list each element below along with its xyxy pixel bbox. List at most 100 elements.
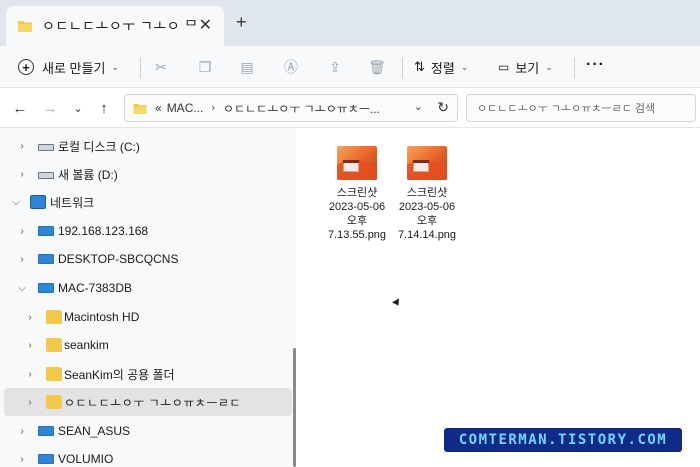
toolbar-divider bbox=[140, 58, 141, 78]
expand-chevron-icon[interactable]: › bbox=[16, 254, 28, 265]
sidebar-item-label: 새 볼륨 (D:) bbox=[58, 167, 118, 182]
breadcrumb-current[interactable]: ㅇㄷㄴㄷㅗㅇㅜ ㄱㅗㅇㅠㅊㅡ... bbox=[223, 100, 380, 117]
rename-icon[interactable]: Ⓐ bbox=[282, 58, 300, 76]
address-bar[interactable]: « MAC... › ㅇㄷㄴㄷㅗㅇㅜ ㄱㅗㅇㅠㅊㅡ... ⌄ ↻ bbox=[124, 94, 458, 122]
close-icon[interactable]: ✕ bbox=[199, 16, 212, 36]
chevron-down-icon: ⌄ bbox=[545, 61, 553, 72]
cut-icon[interactable]: ✂ bbox=[152, 58, 170, 76]
recent-chevron-icon[interactable]: ⌄ bbox=[68, 98, 88, 118]
new-tab-button[interactable]: + bbox=[236, 12, 247, 32]
new-button-label: 새로 만들기 bbox=[42, 60, 106, 76]
navigation-pane: › 로컬 디스크 (C:) › 새 볼륨 (D:) ⌵ 네트워크 › 192.1… bbox=[0, 128, 296, 467]
sidebar-item-label: DESKTOP-SBCQCNS bbox=[58, 252, 179, 266]
computer-icon bbox=[38, 226, 54, 236]
sidebar-scrollbar-thumb[interactable] bbox=[293, 348, 296, 467]
sidebar-item-network[interactable]: ⌵ 네트워크 bbox=[0, 188, 292, 216]
breadcrumb-chevron-icon[interactable]: › bbox=[211, 102, 215, 114]
expand-chevron-icon[interactable]: › bbox=[16, 226, 28, 237]
file-name: 스크린샷 2023-05-06 오후 7.13.55.png bbox=[327, 187, 387, 241]
sidebar-item-label: ㅇㄷㄴㄷㅗㅇㅜ ㄱㅗㅇㅠㅊㅡㄹㄷ bbox=[64, 395, 241, 410]
collapse-chevron-icon[interactable]: ⌵ bbox=[10, 197, 22, 208]
toolbar-divider bbox=[402, 58, 403, 78]
search-input[interactable]: ㅇㄷㄴㄷㅗㅇㅜ ㄱㅗㅇㅠㅊㅡㄹㄷ 검색 bbox=[466, 94, 696, 122]
watermark: COMTERMAN.TISTORY.COM bbox=[444, 428, 682, 452]
file-name: 스크린샷 2023-05-06 오후 7.14.14.png bbox=[397, 187, 457, 241]
more-options-button[interactable]: ··· bbox=[586, 56, 605, 74]
file-list: 스크린샷 2023-05-06 오후 7.13.55.png 스크린샷 2023… bbox=[310, 128, 700, 467]
breadcrumb-mac[interactable]: MAC... bbox=[167, 101, 204, 115]
expand-chevron-icon[interactable]: › bbox=[24, 369, 36, 380]
chevron-down-icon: ⌄ bbox=[111, 61, 119, 72]
expand-chevron-icon[interactable]: › bbox=[24, 340, 36, 351]
up-arrow-icon[interactable]: ↑ bbox=[94, 98, 114, 118]
drive-icon bbox=[38, 172, 54, 179]
sidebar-item-label: SEAN_ASUS bbox=[58, 424, 131, 438]
folder-icon bbox=[46, 310, 62, 324]
view-label: 보기 bbox=[515, 60, 540, 76]
expand-chevron-icon[interactable]: › bbox=[16, 426, 28, 437]
sidebar-item-desktop[interactable]: › DESKTOP-SBCQCNS bbox=[0, 245, 292, 273]
expand-chevron-icon[interactable]: › bbox=[24, 397, 36, 408]
sort-label: 정렬 bbox=[430, 60, 455, 76]
expand-chevron-icon[interactable]: › bbox=[16, 454, 28, 465]
forward-arrow-icon[interactable]: → bbox=[40, 98, 60, 118]
back-arrow-icon[interactable]: ← bbox=[10, 98, 30, 118]
expand-chevron-icon[interactable]: › bbox=[16, 169, 28, 180]
watermark-text: COMTERMAN.TISTORY.COM bbox=[458, 432, 668, 448]
computer-icon bbox=[38, 254, 54, 264]
file-item[interactable]: 스크린샷 2023-05-06 오후 7.13.55.png bbox=[322, 146, 392, 242]
image-thumbnail bbox=[407, 146, 447, 180]
computer-icon bbox=[38, 454, 54, 464]
sidebar-item-local-disk-c[interactable]: › 로컬 디스크 (C:) bbox=[0, 132, 292, 160]
plus-circle-icon: + bbox=[18, 59, 34, 75]
collapse-chevron-icon[interactable]: ⌵ bbox=[16, 283, 28, 294]
tab-current-folder[interactable]: ㅇㄷㄴㄷㅗㅇㅜ ㄱㅗㅇ ᄆ ✕ bbox=[6, 6, 224, 46]
sidebar-item-ip-host[interactable]: › 192.168.123.168 bbox=[0, 217, 292, 245]
chevron-down-icon: ⌄ bbox=[460, 61, 469, 72]
sidebar-item-public-folder[interactable]: › SeanKim의 공용 폴더 bbox=[0, 360, 292, 388]
title-bar: ㅇㄷㄴㄷㅗㅇㅜ ㄱㅗㅇ ᄆ ✕ + bbox=[0, 0, 700, 46]
folder-icon bbox=[46, 367, 62, 381]
computer-icon bbox=[38, 283, 54, 293]
sidebar-item-label: 192.168.123.168 bbox=[58, 224, 149, 238]
sidebar-item-current-folder[interactable]: › ㅇㄷㄴㄷㅗㅇㅜ ㄱㅗㅇㅠㅊㅡㄹㄷ bbox=[4, 388, 292, 416]
breadcrumb-overflow[interactable]: « bbox=[155, 101, 162, 115]
sidebar-item-volume-d[interactable]: › 새 볼륨 (D:) bbox=[0, 160, 292, 188]
delete-icon[interactable]: 🗑 bbox=[368, 58, 386, 76]
refresh-icon[interactable]: ↻ bbox=[437, 99, 449, 116]
tab-title: ㅇㄷㄴㄷㅗㅇㅜ ㄱㅗㅇ ᄆ bbox=[42, 18, 198, 34]
toolbar-divider bbox=[574, 58, 575, 78]
view-button[interactable]: ▭ 보기 ⌄ bbox=[498, 56, 553, 78]
sidebar-item-macintosh-hd[interactable]: › Macintosh HD bbox=[0, 303, 292, 331]
search-placeholder: ㅇㄷㄴㄷㅗㅇㅜ ㄱㅗㅇㅠㅊㅡㄹㄷ 검색 bbox=[477, 103, 656, 115]
paste-icon[interactable]: ▤ bbox=[238, 58, 256, 76]
sidebar-item-mac[interactable]: ⌵ MAC-7383DB bbox=[0, 274, 292, 302]
sidebar-item-sean-asus[interactable]: › SEAN_ASUS bbox=[0, 417, 292, 445]
drive-icon bbox=[38, 144, 54, 151]
sidebar-item-volumio[interactable]: › VOLUMIO bbox=[0, 445, 292, 467]
command-bar: + 새로 만들기 ⌄ ✂ ❐ ▤ Ⓐ ⇪ 🗑 ⇅ 정렬 ⌄ ▭ 보기 ⌄ ··· bbox=[0, 46, 700, 88]
sidebar-item-label: VOLUMIO bbox=[58, 452, 114, 466]
network-icon bbox=[30, 195, 46, 209]
file-item[interactable]: 스크린샷 2023-05-06 오후 7.14.14.png bbox=[392, 146, 462, 242]
new-button[interactable]: + 새로 만들기 ⌄ bbox=[18, 56, 119, 78]
folder-icon bbox=[133, 103, 147, 114]
folder-icon bbox=[18, 21, 32, 32]
computer-icon bbox=[38, 426, 54, 436]
copy-icon[interactable]: ❐ bbox=[196, 58, 214, 76]
share-icon[interactable]: ⇪ bbox=[326, 58, 344, 76]
address-dropdown-icon[interactable]: ⌄ bbox=[414, 100, 423, 113]
expand-chevron-icon[interactable]: › bbox=[16, 141, 28, 152]
expand-chevron-icon[interactable]: › bbox=[24, 312, 36, 323]
address-row: ← → ⌄ ↑ « MAC... › ㅇㄷㄴㄷㅗㅇㅜ ㄱㅗㅇㅠㅊㅡ... ⌄ ↻… bbox=[0, 88, 700, 128]
sidebar-item-label: MAC-7383DB bbox=[58, 281, 133, 295]
folder-icon bbox=[46, 338, 62, 352]
sidebar-item-label: SeanKim의 공용 폴더 bbox=[64, 367, 175, 382]
image-thumbnail bbox=[337, 146, 377, 180]
folder-icon bbox=[46, 395, 62, 409]
sidebar-item-label: seankim bbox=[64, 338, 109, 352]
sidebar-item-label: 네트워크 bbox=[50, 195, 95, 210]
view-icon: ▭ bbox=[498, 60, 510, 74]
sidebar-item-seankim[interactable]: › seankim bbox=[0, 331, 292, 359]
sort-button[interactable]: ⇅ 정렬 ⌄ bbox=[414, 56, 468, 78]
